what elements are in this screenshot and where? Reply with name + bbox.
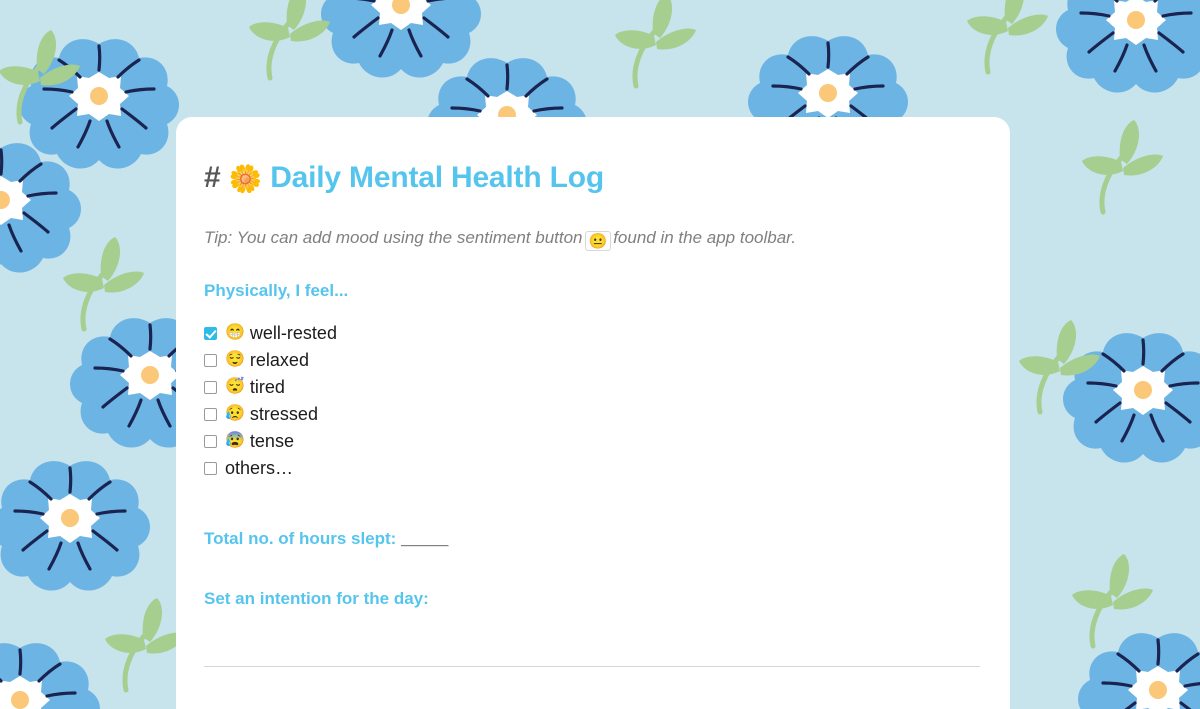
checkbox-others[interactable]: [204, 461, 217, 475]
physical-feelings-checklist: 😁 well-rested 😌 relaxed 😴 tired 😥 stress…: [204, 320, 982, 482]
tip-text: Tip: You can add mood using the sentimen…: [204, 227, 982, 251]
grinning-face-icon: 😁: [225, 324, 245, 341]
sentiment-button-icon: 😐: [584, 230, 612, 251]
sleeping-face-icon: 😴: [225, 378, 245, 395]
screen: # 🌼 Daily Mental Health Log Tip: You can…: [0, 0, 1200, 709]
list-item-label: well-rested: [249, 323, 337, 343]
anxious-sweat-face-icon: 😰: [225, 432, 245, 449]
tip-text-after: found in the app toolbar.: [613, 227, 796, 247]
field-hours-slept: Total no. of hours slept: _____: [204, 529, 982, 549]
checkbox-tired[interactable]: [204, 380, 217, 394]
list-item-label: others…: [225, 458, 294, 478]
relieved-face-icon: 😌: [225, 351, 245, 368]
checkbox-tense[interactable]: [204, 434, 217, 448]
field-intention: Set an intention for the day:: [204, 589, 982, 609]
checkbox-stressed[interactable]: [204, 407, 217, 421]
list-item[interactable]: others…: [204, 455, 982, 482]
page-title-text: Daily Mental Health Log: [270, 161, 604, 194]
list-item[interactable]: 😥 stressed: [204, 401, 982, 428]
list-item[interactable]: 😁 well-rested: [204, 320, 982, 347]
blossom-icon: 🌼: [228, 164, 263, 194]
note-card: # 🌼 Daily Mental Health Log Tip: You can…: [176, 117, 1010, 709]
page-title: # 🌼 Daily Mental Health Log: [204, 161, 982, 196]
heading-hash-marker: #: [204, 161, 221, 194]
list-item-label: relaxed: [249, 350, 309, 370]
field-intention-label: Set an intention for the day:: [204, 588, 429, 608]
list-item[interactable]: 😴 tired: [204, 374, 982, 401]
field-hours-slept-label: Total no. of hours slept:: [204, 528, 397, 548]
tip-text-before: Tip: You can add mood using the sentimen…: [204, 227, 583, 247]
list-item[interactable]: 😌 relaxed: [204, 347, 982, 374]
list-item-label: stressed: [249, 404, 318, 424]
sad-sweat-face-icon: 😥: [225, 405, 245, 422]
section-divider: [204, 665, 980, 667]
checkbox-well-rested[interactable]: [204, 326, 217, 340]
list-item-label: tired: [249, 377, 285, 397]
list-item-label: tense: [249, 431, 294, 451]
section-heading-physical: Physically, I feel...: [204, 280, 349, 300]
checkbox-relaxed[interactable]: [204, 353, 217, 367]
field-hours-slept-blank[interactable]: _____: [401, 529, 448, 548]
note-content: # 🌼 Daily Mental Health Log Tip: You can…: [176, 117, 1010, 667]
list-item[interactable]: 😰 tense: [204, 428, 982, 455]
